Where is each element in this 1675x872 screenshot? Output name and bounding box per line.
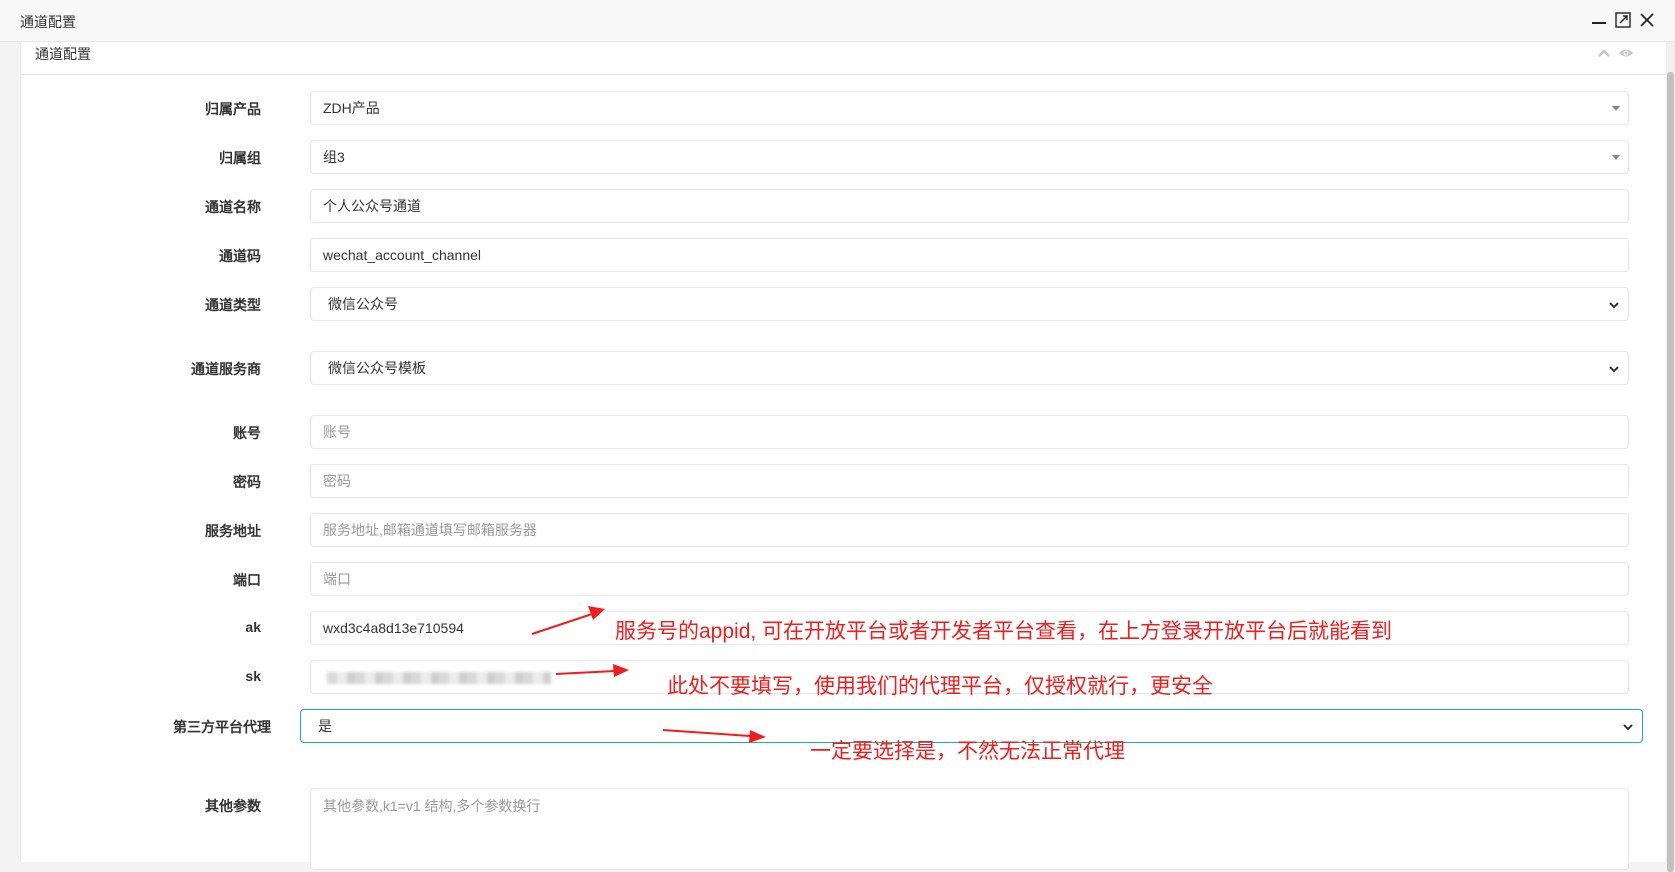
- sk-annotation: 此处不要填写，使用我们的代理平台，仅授权就行，更安全: [667, 675, 1213, 698]
- ak-arrow: [531, 606, 605, 635]
- sk-arrow: [555, 664, 629, 677]
- ak-annotation: 服务号的appid, 可在开放平台或者开发者平台查看，在上方登录开放平台后就能看…: [615, 620, 1393, 643]
- proxy-arrow: [662, 729, 766, 743]
- proxy-annotation: 一定要选择是，不然无法正常代理: [810, 740, 1125, 763]
- annotation-arrows: [531, 606, 766, 743]
